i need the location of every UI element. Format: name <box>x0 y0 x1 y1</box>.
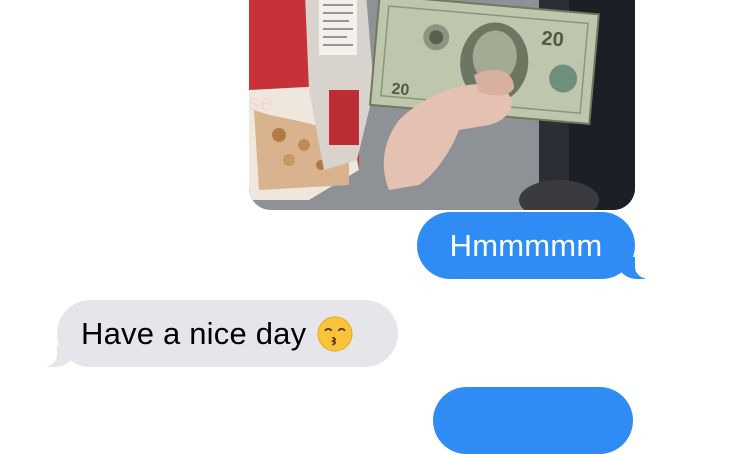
bubble-tail <box>39 343 73 367</box>
package-text: se <box>249 90 272 115</box>
sent-message-bubble[interactable]: Hmmmmm <box>417 212 653 279</box>
message-text: Hmmmmm <box>449 227 603 263</box>
svg-text:20: 20 <box>541 28 565 52</box>
svg-text:20: 20 <box>391 81 410 99</box>
photo-attachment[interactable]: se 20 20 <box>249 0 635 210</box>
message-text: Have a nice day <box>81 315 307 351</box>
photo-image: se 20 20 <box>249 0 635 210</box>
sent-message-bubble[interactable] <box>433 387 633 454</box>
message-thread: se 20 20 Hmmmmm Have a nice day <box>0 0 753 454</box>
received-message-bubble[interactable]: Have a nice day <box>39 300 398 367</box>
kissing-face-icon <box>317 315 353 352</box>
bubble-tail <box>619 255 653 279</box>
